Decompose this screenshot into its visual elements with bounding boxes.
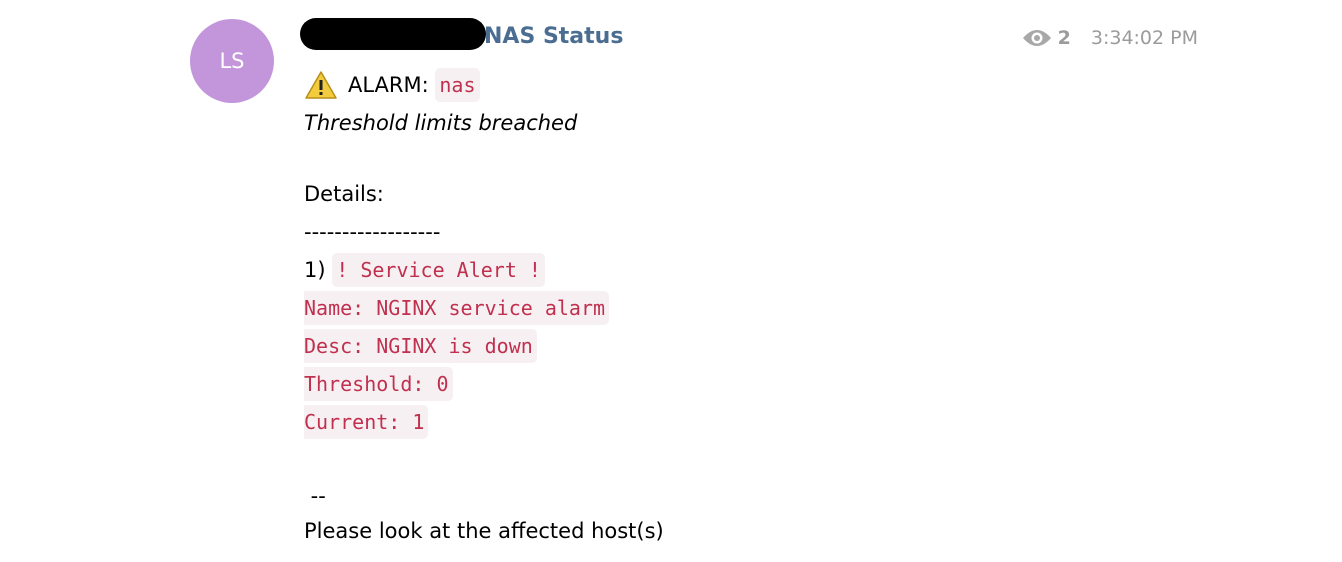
item-name: Name: NGINX service alarm [304,291,610,325]
timestamp: 3:34:02 PM [1090,27,1198,49]
signature-dash: -- [304,483,326,508]
footer-text: Please look at the affected host(s) [304,519,664,543]
separator: ------------------ [304,220,441,244]
item-current: Current: 1 [304,405,429,439]
eye-icon [1022,30,1051,46]
warning-icon [305,71,337,99]
seen-count: 2 [1057,27,1071,49]
redacted-sender-name [300,18,486,50]
item-title: ! Service Alert ! [332,253,545,287]
avatar[interactable]: LS [190,19,274,103]
item-number: 1) [304,258,326,282]
subtitle: Threshold limits breached [304,111,578,135]
alarm-line: ALARM: nas [304,66,664,104]
item-desc: Desc: NGINX is down [304,329,537,363]
sender-name[interactable]: NAS Status [484,24,623,49]
message-body: ALARM: nas Threshold limits breached Det… [304,66,664,550]
alarm-label: ALARM: [348,73,429,97]
item-header: 1) ! Service Alert ! [304,251,664,289]
message-meta: 2 3:34:02 PM [1022,27,1198,49]
details-label: Details: [304,182,384,206]
avatar-initials: LS [219,49,245,73]
alarm-host: nas [435,68,480,102]
item-threshold: Threshold: 0 [304,367,453,401]
